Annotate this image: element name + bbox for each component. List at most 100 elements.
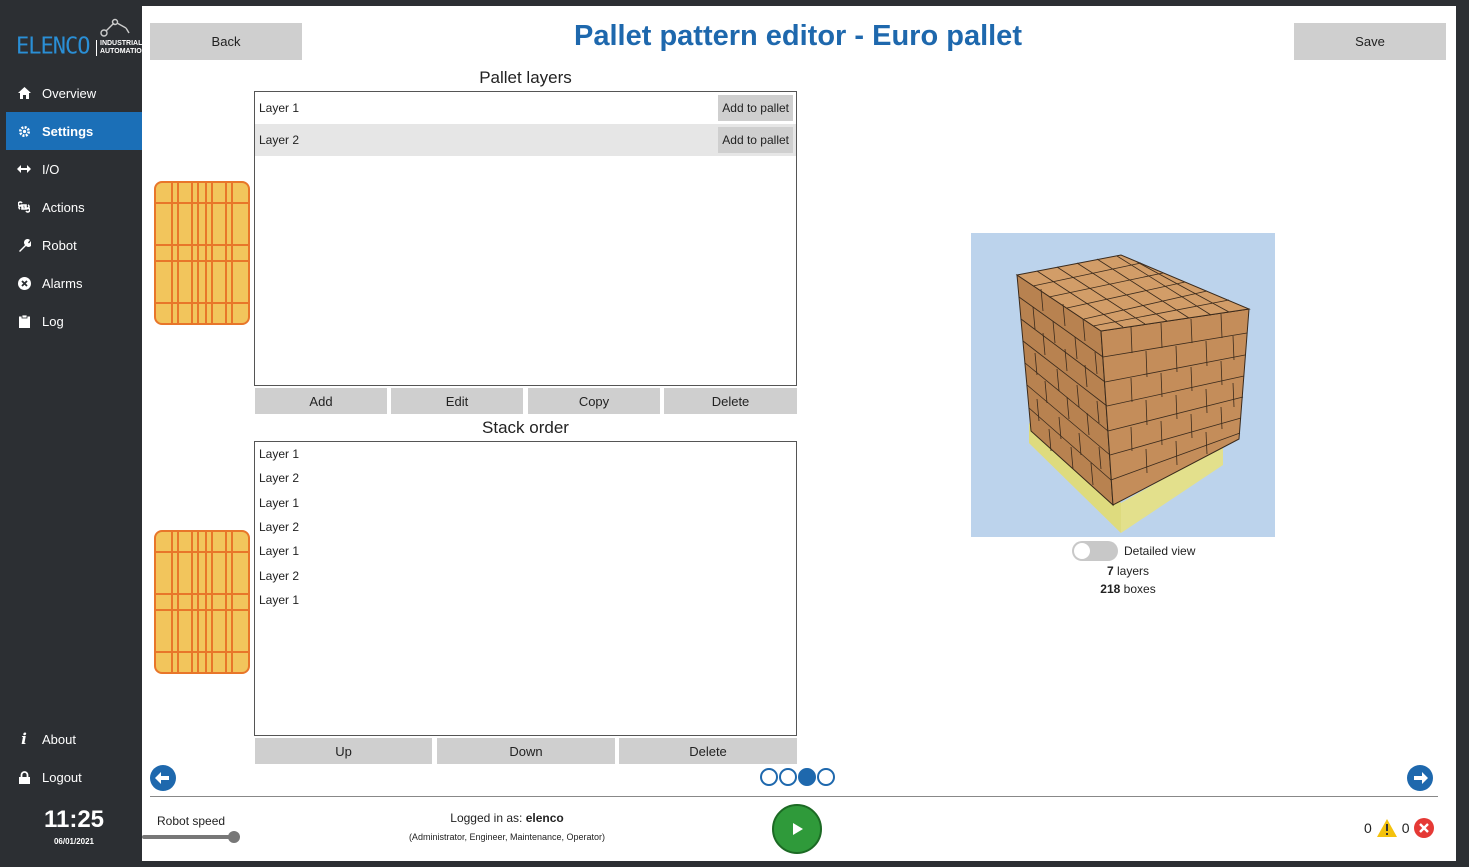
clock-date: 06/01/2021 (53, 837, 95, 846)
start-button[interactable] (772, 804, 822, 854)
list-item[interactable]: Layer 1 Add to pallet (255, 92, 796, 124)
detailed-view-label: Detailed view (1124, 544, 1196, 558)
list-item[interactable]: Layer 1 (255, 442, 796, 466)
pallet-layers-list[interactable]: Layer 1 Add to pallet Layer 2 Add to pal… (254, 91, 797, 386)
info-icon: i (21, 730, 27, 748)
page-dot[interactable] (817, 768, 835, 786)
sidebar: ELENCO INDUSTRIAL AUTOMATION Overview Set… (6, 6, 147, 861)
errors-count: 0 (1401, 820, 1410, 836)
layers-label: layers (1117, 564, 1150, 578)
toggle-switch[interactable] (1072, 541, 1118, 561)
sidebar-item-label: Actions (42, 199, 85, 215)
sidebar-item-settings[interactable]: Settings (6, 112, 142, 150)
warnings-count: 0 (1364, 820, 1372, 836)
sidebar-item-about[interactable]: i About (6, 720, 142, 758)
robot-speed-slider[interactable] (142, 835, 234, 839)
page-indicator (760, 768, 836, 786)
sidebar-nav: Overview Settings I/O Actions Robot Alar… (6, 74, 142, 340)
sidebar-item-label: Alarms (42, 275, 83, 291)
stacked-pallet-render (1015, 254, 1251, 533)
home-icon (16, 85, 32, 101)
robot-arm-icon (100, 18, 130, 37)
detailed-view-toggle[interactable]: Detailed view (1072, 541, 1195, 561)
move-up-button[interactable]: Up (255, 738, 432, 764)
error-icon (1413, 818, 1434, 838)
back-button[interactable]: Back (150, 23, 302, 60)
clipboard-icon (16, 313, 32, 329)
copy-layer-button[interactable]: Copy (528, 388, 660, 414)
logo: ELENCO INDUSTRIAL AUTOMATION (14, 18, 147, 62)
sidebar-item-label: Overview (42, 85, 97, 101)
delete-stack-item-button[interactable]: Delete (619, 738, 797, 764)
warning-icon (1376, 819, 1397, 837)
footer-divider (150, 796, 1438, 797)
stack-order-list[interactable]: Layer 1 Layer 2 Layer 1 Layer 2 Layer 1 … (254, 441, 797, 736)
list-item[interactable]: Layer 1 (255, 588, 796, 612)
layer-label: Layer 1 (259, 101, 300, 115)
list-item[interactable]: Layer 2 (255, 515, 796, 539)
main-panel: Back Pallet pattern editor - Euro pallet… (142, 6, 1456, 861)
alarm-status[interactable]: 0 0 (1364, 818, 1434, 838)
sidebar-item-logout[interactable]: Logout (6, 758, 142, 796)
app-frame: ELENCO INDUSTRIAL AUTOMATION Overview Set… (0, 0, 1469, 867)
command-icon (16, 199, 32, 215)
page-dot-active[interactable] (798, 768, 816, 786)
pallet-3d-preview[interactable] (971, 233, 1275, 537)
sidebar-item-robot[interactable]: Robot (6, 226, 142, 264)
sidebar-bottom-nav: i About Logout (6, 720, 142, 796)
play-icon (793, 823, 803, 835)
next-page-button[interactable] (1407, 765, 1433, 791)
lock-icon (16, 769, 32, 785)
sidebar-item-io[interactable]: I/O (6, 150, 142, 188)
previous-page-button[interactable] (150, 765, 176, 791)
sidebar-item-label: About (42, 731, 76, 747)
move-down-button[interactable]: Down (437, 738, 615, 764)
pallet-layers-title: Pallet layers (479, 68, 572, 87)
edit-layer-button[interactable]: Edit (391, 388, 523, 414)
sidebar-item-label: Logout (42, 769, 82, 785)
list-item[interactable]: Layer 2 (255, 466, 796, 490)
robot-speed-label: Robot speed (157, 814, 226, 828)
username: elenco (525, 811, 564, 825)
brand-name: ELENCO (16, 33, 90, 60)
sidebar-item-overview[interactable]: Overview (6, 74, 142, 112)
user-roles: (Administrator, Engineer, Maintenance, O… (408, 832, 606, 842)
robot-speed-slider-handle[interactable] (228, 831, 240, 843)
clock: 11:25 06/01/2021 (6, 806, 142, 846)
list-item[interactable]: Layer 1 (255, 491, 796, 515)
stack-order-title: Stack order (482, 418, 569, 437)
clock-time: 11:25 (43, 806, 105, 833)
sidebar-item-actions[interactable]: Actions (6, 188, 142, 226)
boxes-count: 218 (1100, 582, 1121, 596)
toggle-knob (1074, 543, 1090, 559)
layers-count: 7 (1106, 564, 1114, 578)
add-to-pallet-button[interactable]: Add to pallet (718, 127, 793, 153)
sidebar-item-label: Robot (42, 237, 77, 253)
gear-icon (16, 123, 32, 139)
add-layer-button[interactable]: Add (255, 388, 387, 414)
arrow-right-icon (1414, 772, 1428, 784)
logged-in-info: Logged in as: elenco (392, 811, 622, 825)
page-dot[interactable] (779, 768, 797, 786)
sidebar-item-label: Log (42, 313, 64, 329)
sidebar-item-label: I/O (42, 161, 60, 177)
sidebar-item-label: Settings (42, 123, 94, 139)
list-item[interactable]: Layer 1 (255, 539, 796, 563)
list-item[interactable]: Layer 2 Add to pallet (255, 124, 796, 156)
page-dot[interactable] (760, 768, 778, 786)
brand-subtitle: INDUSTRIAL AUTOMATION (96, 40, 147, 56)
page-title: Pallet pattern editor - Euro pallet (574, 20, 1022, 52)
boxes-stat: 218 boxes (1062, 582, 1194, 596)
save-button[interactable]: Save (1294, 23, 1446, 60)
logged-in-prefix: Logged in as: (450, 811, 523, 825)
add-to-pallet-button[interactable]: Add to pallet (718, 95, 793, 121)
delete-layer-button[interactable]: Delete (664, 388, 797, 414)
boxes-label: boxes (1123, 582, 1156, 596)
arrows-icon (16, 161, 32, 177)
list-item[interactable]: Layer 2 (255, 563, 796, 587)
layer-label: Layer 2 (259, 133, 300, 147)
arrow-left-icon (155, 772, 169, 784)
sidebar-item-alarms[interactable]: Alarms (6, 264, 142, 302)
sidebar-item-log[interactable]: Log (6, 302, 142, 340)
wrench-icon (16, 237, 32, 253)
